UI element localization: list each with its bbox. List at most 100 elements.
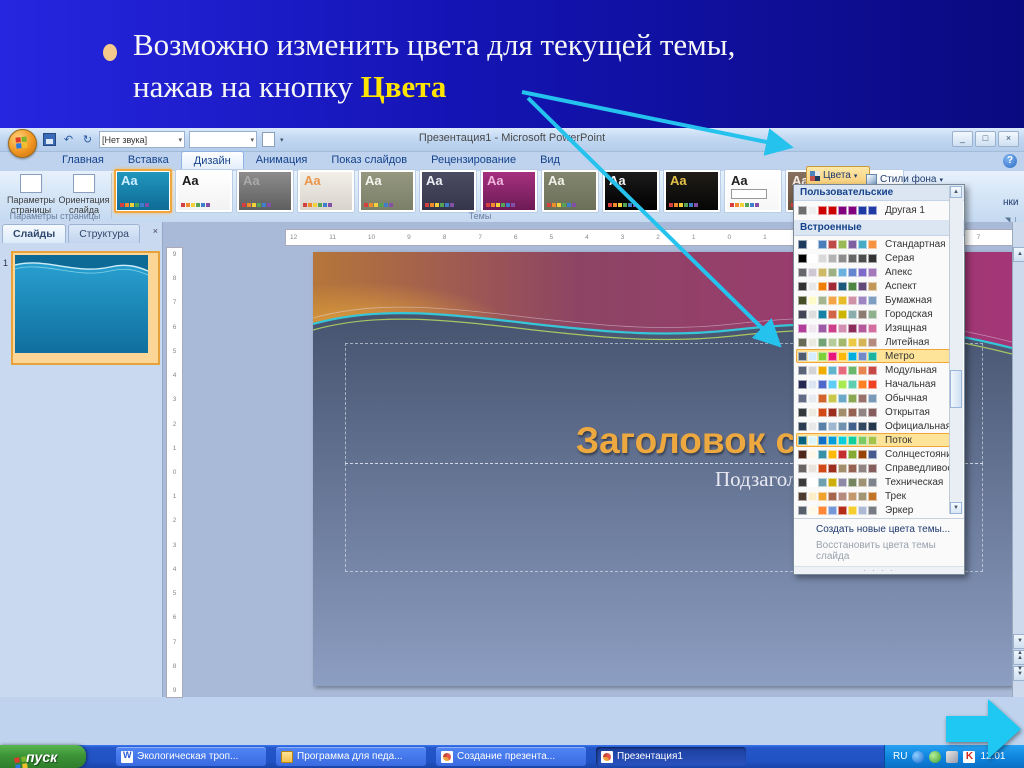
tab-Показ слайдов[interactable]: Показ слайдов — [319, 151, 419, 169]
menu-scroll-down-icon[interactable]: ▼ — [950, 502, 962, 514]
theme-colors-item-label: Аспект — [885, 281, 917, 292]
taskbar: пуск Экологическая троп... Программа для … — [0, 745, 1024, 768]
theme-colors-item[interactable]: Стандартная — [796, 237, 950, 251]
theme-colors-item-label: Эркер — [885, 505, 913, 516]
theme-colors-item[interactable]: Бумажная — [796, 293, 950, 307]
doc-icon — [121, 751, 133, 763]
theme-sample-text: Aa — [487, 173, 504, 188]
office-button[interactable] — [8, 129, 37, 158]
theme-colors-item[interactable]: Обычная — [796, 391, 950, 405]
theme-thumbnail[interactable]: Aa — [419, 169, 477, 213]
theme-sample-text: Aa — [365, 173, 382, 188]
theme-thumbnail[interactable]: Aa — [175, 169, 233, 213]
theme-colors-item[interactable]: Городская — [796, 307, 950, 321]
taskbar-item[interactable]: Презентация1 — [596, 747, 746, 766]
theme-thumbnail[interactable]: Aa — [541, 169, 599, 213]
help-icon[interactable]: ? — [1003, 154, 1017, 168]
theme-thumbnail[interactable]: Aa — [602, 169, 660, 213]
theme-colors-item[interactable]: Трек — [796, 489, 950, 503]
theme-colors-item[interactable]: Другая 1 — [796, 202, 950, 219]
tab-Главная[interactable]: Главная — [50, 151, 116, 169]
tray-icon[interactable] — [929, 751, 941, 763]
tab-Вставка[interactable]: Вставка — [116, 151, 181, 169]
tray-icon[interactable] — [946, 751, 958, 763]
theme-colors-item[interactable]: Аспект — [796, 279, 950, 293]
slides-panel: Слайды Структура × 1 — [0, 222, 163, 697]
minimize-button[interactable]: _ — [952, 131, 973, 147]
themes-group-label: Темы — [380, 211, 580, 221]
theme-colors-item-label: Поток — [885, 435, 912, 446]
office-logo-icon — [15, 136, 28, 149]
theme-thumbnail[interactable]: Aa — [663, 169, 721, 213]
theme-colors-item[interactable]: Солнцестояние — [796, 447, 950, 461]
theme-thumbnail[interactable]: Aa — [358, 169, 416, 213]
theme-colors-item[interactable]: Открытая — [796, 405, 950, 419]
theme-thumbnail[interactable]: Aa — [236, 169, 294, 213]
theme-colors-item[interactable]: Апекс — [796, 265, 950, 279]
menu-scroll-up-icon[interactable]: ▲ — [950, 186, 962, 198]
theme-thumbnail[interactable]: Aa — [480, 169, 538, 213]
menu-scroll-thumb[interactable] — [950, 370, 962, 408]
tray-language[interactable]: RU — [893, 751, 907, 762]
theme-colors-item-label: Литейная — [885, 337, 929, 348]
theme-colors-item[interactable]: Поток — [796, 433, 950, 447]
theme-thumbnail[interactable]: Aa — [724, 169, 782, 213]
theme-colors-item-label: Другая 1 — [885, 205, 925, 216]
theme-sample-text: Aa — [670, 173, 687, 188]
maximize-button[interactable]: □ — [975, 131, 996, 147]
tab-Анимация[interactable]: Анимация — [244, 151, 320, 169]
theme-colors-item[interactable]: Изящная — [796, 321, 950, 335]
theme-thumbnail[interactable]: Aa — [297, 169, 355, 213]
close-icon[interactable]: × — [153, 226, 158, 236]
theme-sample-text: Aa — [548, 173, 565, 188]
theme-colors-item-label: Открытая — [885, 407, 930, 418]
vertical-scrollbar[interactable]: ▲ ▼ ▲▲ ▼▼ — [1012, 222, 1024, 697]
theme-colors-item-label: Модульная — [885, 365, 937, 376]
taskbar-item[interactable]: Программа для педа... — [276, 747, 426, 766]
tab-Вид[interactable]: Вид — [528, 151, 572, 169]
tab-slides[interactable]: Слайды — [2, 224, 66, 243]
window-controls: _□× — [952, 131, 1019, 147]
theme-colors-item[interactable]: Официальная — [796, 419, 950, 433]
tab-Рецензирование[interactable]: Рецензирование — [419, 151, 528, 169]
theme-colors-item[interactable]: Техническая — [796, 475, 950, 489]
close-button[interactable]: × — [998, 131, 1019, 147]
window-title: Презентация1 - Microsoft PowerPoint — [0, 132, 1024, 144]
taskbar-item[interactable]: Создание презента... — [436, 747, 586, 766]
theme-colors-button[interactable]: Цвета ▾ — [806, 166, 870, 185]
next-slide-icon[interactable]: ▼▼ — [1013, 666, 1024, 681]
scroll-down-icon[interactable]: ▼ — [1013, 634, 1024, 649]
menu-resize-grip[interactable]: · · · · — [794, 566, 964, 574]
menu-create-theme-colors[interactable]: Создать новые цвета темы... — [794, 521, 964, 537]
screen: Возможно изменить цвета для текущей темы… — [0, 0, 1024, 768]
scroll-up-icon[interactable]: ▲ — [1013, 247, 1024, 262]
theme-colors-item-label: Начальная — [885, 379, 936, 390]
taskbar-item-label: Экологическая троп... — [137, 751, 238, 762]
chevron-down-icon: ▾ — [854, 172, 858, 180]
tab-Дизайн[interactable]: Дизайн — [181, 151, 244, 169]
tray-icon[interactable] — [912, 751, 924, 763]
theme-colors-item[interactable]: Справедливость — [796, 461, 950, 475]
theme-colors-item[interactable]: Литейная — [796, 335, 950, 349]
theme-thumbnail[interactable]: Aa — [114, 169, 172, 213]
theme-colors-item[interactable]: Эркер — [796, 503, 950, 517]
theme-sample-text: Aa — [609, 173, 626, 188]
antivirus-tray-icon[interactable]: K — [963, 751, 975, 763]
theme-colors-item[interactable]: Серая — [796, 251, 950, 265]
theme-colors-item[interactable]: Метро — [796, 349, 950, 363]
theme-colors-item-label: Городская — [885, 309, 933, 320]
panel-tabs: Слайды Структура — [2, 224, 142, 243]
theme-colors-item[interactable]: Модульная — [796, 363, 950, 377]
themes-gallery: AaAaAaAaAaAaAaAaAaAaAaAaAa — [114, 169, 904, 213]
start-button[interactable]: пуск — [0, 745, 86, 768]
theme-colors-label: Цвета — [823, 170, 851, 181]
taskbar-item[interactable]: Экологическая троп... — [116, 747, 266, 766]
page-setup-group-label: Параметры страницы — [0, 211, 110, 221]
slide-thumbnail[interactable] — [11, 251, 160, 365]
previous-slide-icon[interactable]: ▲▲ — [1013, 650, 1024, 665]
ppt-icon — [601, 751, 613, 763]
theme-colors-item[interactable]: Начальная — [796, 377, 950, 391]
taskbar-item-label: Программа для педа... — [297, 751, 403, 762]
tab-outline[interactable]: Структура — [68, 224, 140, 243]
menu-scrollbar[interactable]: ▲ ▼ — [949, 186, 963, 514]
